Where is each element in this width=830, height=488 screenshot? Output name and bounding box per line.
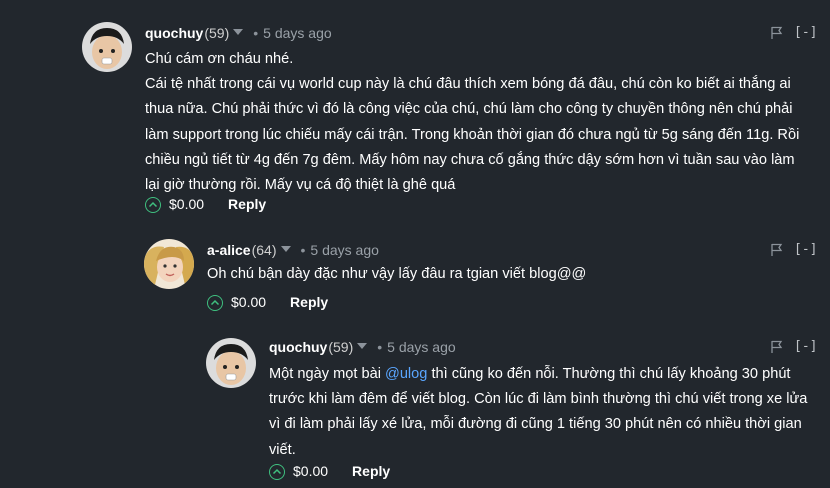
reply-button[interactable]: Reply xyxy=(352,463,390,479)
comment-footer: $0.00 Reply xyxy=(145,193,266,215)
comment-footer: $0.00 Reply xyxy=(207,291,328,313)
author-reputation: (59) xyxy=(328,339,354,355)
author-reputation: (64) xyxy=(251,242,277,258)
comment-3: quochuy(59) • 5 days ago [-] Một ngày mọt … xyxy=(0,320,830,488)
comment-2: a-alice(64) • 5 days ago [-] Oh chú bận dà… xyxy=(0,225,830,320)
comment-header: quochuy(59) • 5 days ago xyxy=(145,23,332,43)
flag-icon[interactable] xyxy=(771,26,783,40)
comment-timestamp[interactable]: 5 days ago xyxy=(310,242,379,258)
comment-timestamp[interactable]: 5 days ago xyxy=(387,339,456,355)
collapse-toggle[interactable]: [-] xyxy=(794,337,817,357)
collapse-toggle[interactable]: [-] xyxy=(794,240,817,260)
upvote-icon[interactable] xyxy=(207,295,223,311)
comment-body-line: Chú cám ơn cháu nhé. xyxy=(145,51,294,67)
comment-body-line: Cái tệ nhất trong cái vụ world cup này l… xyxy=(145,76,800,194)
payout-amount[interactable]: $0.00 xyxy=(231,294,266,310)
comment-header: quochuy(59) • 5 days ago xyxy=(269,337,456,357)
comment-body-text: Oh chú bận dày đặc như vậy lấy đâu ra tg… xyxy=(207,266,587,282)
avatar-quochuy[interactable] xyxy=(82,22,132,72)
comment-body: Oh chú bận dày đặc như vậy lấy đâu ra tg… xyxy=(207,262,797,287)
comment-timestamp[interactable]: 5 days ago xyxy=(263,25,332,41)
payout-amount[interactable]: $0.00 xyxy=(293,463,328,479)
author-reputation: (59) xyxy=(204,25,230,41)
avatar-quochuy[interactable] xyxy=(206,338,256,388)
upvote-icon[interactable] xyxy=(145,197,161,213)
author-menu-caret-icon[interactable] xyxy=(357,343,368,349)
comment-body: Một ngày mọt bài @ulog thì cũng ko đến n… xyxy=(269,362,817,463)
user-mention-link[interactable]: @ulog xyxy=(385,366,427,382)
comment-footer: $0.00 Reply xyxy=(269,460,390,482)
reply-button[interactable]: Reply xyxy=(290,294,328,310)
author-name[interactable]: a-alice xyxy=(207,242,251,258)
comment-1: quochuy(59) • 5 days ago [-] Chú cám ơn ch… xyxy=(0,0,830,225)
author-menu-caret-icon[interactable] xyxy=(280,246,291,252)
flag-icon[interactable] xyxy=(771,340,783,354)
author-menu-caret-icon[interactable] xyxy=(233,29,244,35)
comment-body: Chú cám ơn cháu nhé. Cái tệ nhất trong c… xyxy=(145,47,805,198)
reply-button[interactable]: Reply xyxy=(228,196,266,212)
author-name[interactable]: quochuy xyxy=(145,25,203,41)
comment-header: a-alice(64) • 5 days ago xyxy=(207,240,379,260)
comment-body-text: Một ngày mọt bài @ulog thì cũng ko đến n… xyxy=(269,362,817,463)
comment-body-segment: Một ngày mọt bài xyxy=(269,366,385,382)
payout-amount[interactable]: $0.00 xyxy=(169,196,204,212)
avatar-a-alice[interactable] xyxy=(144,239,194,289)
author-name[interactable]: quochuy xyxy=(269,339,327,355)
upvote-icon[interactable] xyxy=(269,464,285,480)
flag-icon[interactable] xyxy=(771,243,783,257)
separator-dot: • xyxy=(300,242,306,258)
separator-dot: • xyxy=(253,25,259,41)
collapse-toggle[interactable]: [-] xyxy=(794,23,817,43)
separator-dot: • xyxy=(377,339,383,355)
